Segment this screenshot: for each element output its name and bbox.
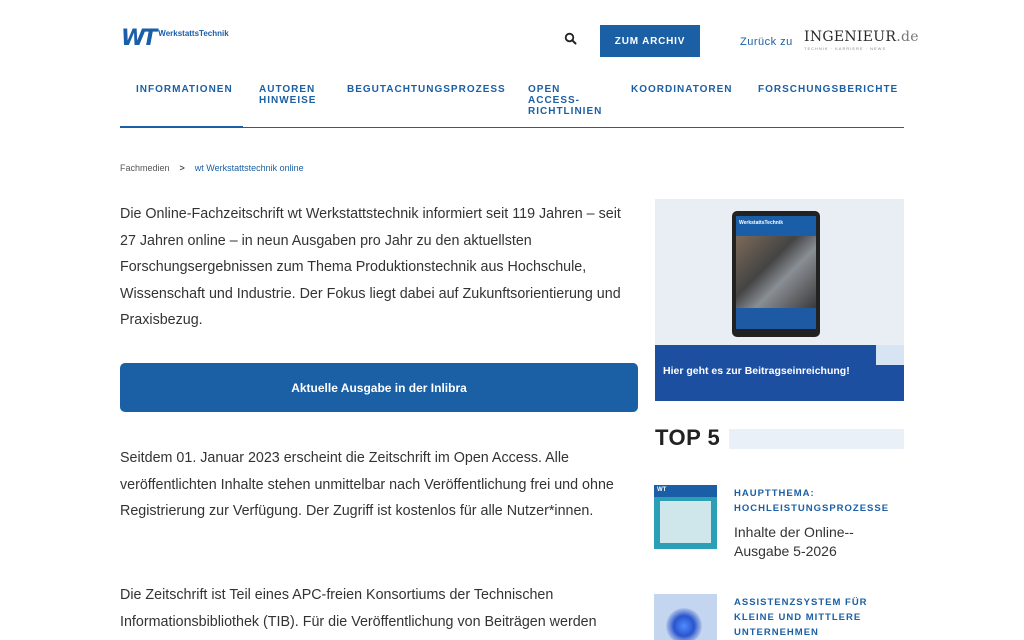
ingenieur-logo-tld: .de xyxy=(896,29,919,45)
intro-text: Die Online-Fachzeitschrift wt Werkstatts… xyxy=(120,206,621,328)
article-thumbnail[interactable]: WT xyxy=(654,485,717,549)
ingenieur-logo-main: INGENIEUR xyxy=(804,29,897,45)
site-logo[interactable]: WT WerkstattsTechnik xyxy=(121,28,229,50)
breadcrumb-current[interactable]: wt Werkstattstechnik online xyxy=(195,163,304,173)
article-title[interactable]: Inhalte der Online-- Ausgabe 5-2026 xyxy=(734,523,904,561)
logo-mark: WT xyxy=(121,26,157,51)
breadcrumb-root[interactable]: Fachmedien xyxy=(120,163,170,173)
back-label[interactable]: Zurück zu xyxy=(740,36,793,48)
top5-heading: TOP 5 xyxy=(655,425,721,450)
ingenieur-logo-sub: TECHNIK · KARRIERE · NEWS xyxy=(804,46,887,51)
nav-forschungsberichte[interactable]: FORSCHUNGSBERICHTE xyxy=(758,84,898,95)
open-access-text: Seitdem 01. Januar 2023 erscheint die Ze… xyxy=(120,450,614,519)
submission-banner[interactable]: WerkstattsTechnik Hier geht es zur Beitr… xyxy=(655,199,904,401)
search-icon[interactable] xyxy=(564,32,578,46)
breadcrumb: Fachmedien > wt Werkstattstechnik online xyxy=(120,163,304,173)
top5-accent-bar xyxy=(729,429,904,449)
nav-informationen[interactable]: INFORMATIONEN xyxy=(136,84,233,95)
nav-begutachtungsprozess[interactable]: BEGUTACHTUNGSPROZESS xyxy=(347,84,506,95)
article-category[interactable]: HAUPTTHEMA: HOCHLEISTUNGSPROZESSE xyxy=(734,486,889,516)
thumbnail-logo: WT xyxy=(654,485,717,497)
chevron-right-icon: > xyxy=(179,163,185,173)
tablet-header: WerkstattsTechnik xyxy=(736,216,816,236)
nav-autoren-hinweise[interactable]: AUTOREN HINWEISE xyxy=(259,84,316,106)
tablet-image: WerkstattsTechnik xyxy=(732,211,820,337)
nav-koordinatoren[interactable]: KOORDINATOREN xyxy=(631,84,733,95)
article-thumbnail[interactable] xyxy=(654,594,717,640)
consortium-text: Die Zeitschrift ist Teil eines APC-freie… xyxy=(120,587,597,630)
article-category[interactable]: ASSISTENZSYSTEM FÜR KLEINE UND MITTLERE … xyxy=(734,595,868,640)
ingenieur-logo[interactable]: INGENIEUR.de TECHNIK · KARRIERE · NEWS xyxy=(804,29,919,52)
logo-text: WerkstattsTechnik xyxy=(158,29,229,38)
current-issue-button[interactable]: Aktuelle Ausgabe in der Inlibra xyxy=(120,363,638,412)
archive-button[interactable]: ZUM ARCHIV xyxy=(600,25,700,57)
nav-active-indicator xyxy=(120,126,243,128)
banner-text: Hier geht es zur Beitragseinreichung! xyxy=(663,365,850,377)
nav-open-access-richtlinien[interactable]: OPEN ACCESS- RICHTLINIEN xyxy=(528,84,602,117)
